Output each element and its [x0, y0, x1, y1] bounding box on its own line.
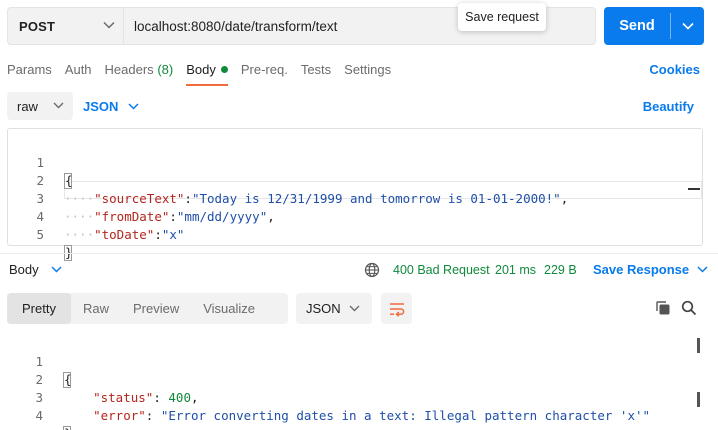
tab-headers-label: Headers: [104, 62, 154, 77]
tab-auth[interactable]: Auth: [65, 60, 92, 86]
code-line: 5 }: [8, 208, 702, 261]
response-format-label: JSON: [306, 301, 341, 316]
tab-settings[interactable]: Settings: [344, 60, 391, 86]
json-key: "error": [93, 408, 146, 423]
tab-preview[interactable]: Preview: [121, 293, 191, 324]
tab-tests-label: Tests: [300, 62, 332, 77]
method-select[interactable]: POST: [7, 7, 123, 45]
code-line: 1 {: [7, 335, 703, 388]
tab-params[interactable]: Params: [7, 60, 52, 86]
code-line: 4 }: [7, 389, 703, 430]
chevron-down-icon: [51, 266, 62, 273]
send-button[interactable]: Send: [604, 7, 704, 45]
code-line: 2 "status": 400,: [7, 353, 703, 405]
chevron-down-icon: [349, 305, 360, 312]
beautify-button[interactable]: Beautify: [643, 99, 694, 114]
response-size[interactable]: 229 B: [544, 263, 577, 277]
tab-tests[interactable]: Tests: [301, 60, 331, 86]
close-brace: }: [63, 426, 72, 430]
response-section-label: Body: [9, 262, 39, 277]
headers-count: (8): [157, 62, 174, 77]
body-mode-label: raw: [17, 98, 38, 114]
tab-settings-label: Settings: [344, 62, 392, 77]
code-line: 4 ····"toDate":"x": [8, 190, 702, 242]
tab-body[interactable]: Body: [186, 60, 228, 86]
chevron-down-icon: [697, 266, 708, 273]
send-label: Send: [619, 18, 655, 34]
response-view-tabs: Pretty Raw Preview Visualize: [7, 293, 288, 324]
chevron-down-icon: [53, 102, 64, 109]
tab-visualize[interactable]: Visualize: [191, 293, 267, 324]
send-options-button[interactable]: [671, 7, 704, 45]
tab-pre-request-label: Pre-req.: [240, 62, 288, 77]
body-indicator-dot: [220, 66, 228, 73]
code-line: 3 ····"fromDate":"mm/dd/yyyy",: [8, 172, 702, 224]
tab-params-label: Params: [7, 62, 52, 77]
cookies-link[interactable]: Cookies: [649, 62, 700, 77]
scrollbar-thumb[interactable]: [697, 392, 700, 407]
json-value: "x": [161, 227, 185, 242]
save-response-label: Save Response: [593, 262, 690, 277]
wrap-lines-button[interactable]: [381, 293, 412, 324]
json-key: "toDate": [94, 227, 155, 242]
response-time[interactable]: 201 ms: [495, 263, 536, 277]
globe-icon[interactable]: [364, 262, 380, 278]
tab-auth-label: Auth: [64, 62, 92, 77]
body-language-label: JSON: [83, 98, 119, 114]
chevron-down-icon: [681, 22, 694, 30]
search-icon[interactable]: [681, 300, 697, 316]
json-value: "Error converting dates in a text: Illeg…: [160, 408, 651, 423]
request-body-editor[interactable]: 1 { 2 ····"sourceText":"Today is 12/31/1…: [7, 128, 703, 261]
response-format-select[interactable]: JSON: [296, 293, 372, 324]
line-number: 5: [36, 227, 44, 242]
response-section-toggle[interactable]: Body: [9, 262, 62, 277]
response-body-viewer[interactable]: 1 { 2 "status": 400, 3 "error": "Error c…: [7, 334, 703, 430]
chevron-down-icon: [103, 21, 115, 29]
tab-headers[interactable]: Headers (8): [105, 60, 174, 86]
status-badge[interactable]: 400 Bad Request: [393, 263, 490, 277]
body-language-select[interactable]: JSON: [83, 92, 139, 120]
code-line: 1 {: [8, 136, 702, 189]
tab-pretty[interactable]: Pretty: [7, 293, 71, 324]
body-mode-select[interactable]: raw: [7, 92, 73, 120]
method-label: POST: [19, 18, 56, 34]
tab-pre-request[interactable]: Pre-req.: [241, 60, 288, 86]
scrollbar-thumb[interactable]: [697, 338, 700, 353]
save-request-tooltip: Save request: [458, 3, 546, 31]
chevron-down-icon: [128, 102, 139, 110]
wrap-lines-icon: [389, 302, 404, 317]
tab-raw[interactable]: Raw: [71, 293, 121, 324]
line-number: 4: [35, 408, 43, 423]
code-line: 3 "error": "Error converting dates in a …: [7, 371, 703, 423]
code-line: 2 ····"sourceText":"Today is 12/31/1999 …: [8, 154, 702, 206]
save-response-button[interactable]: Save Response: [593, 262, 708, 277]
copy-icon[interactable]: [655, 300, 671, 316]
tab-body-label: Body: [186, 62, 216, 77]
pane-divider[interactable]: [0, 253, 718, 254]
request-tabs: Params Auth Headers (8) Body Pre-req. Te…: [7, 60, 404, 86]
